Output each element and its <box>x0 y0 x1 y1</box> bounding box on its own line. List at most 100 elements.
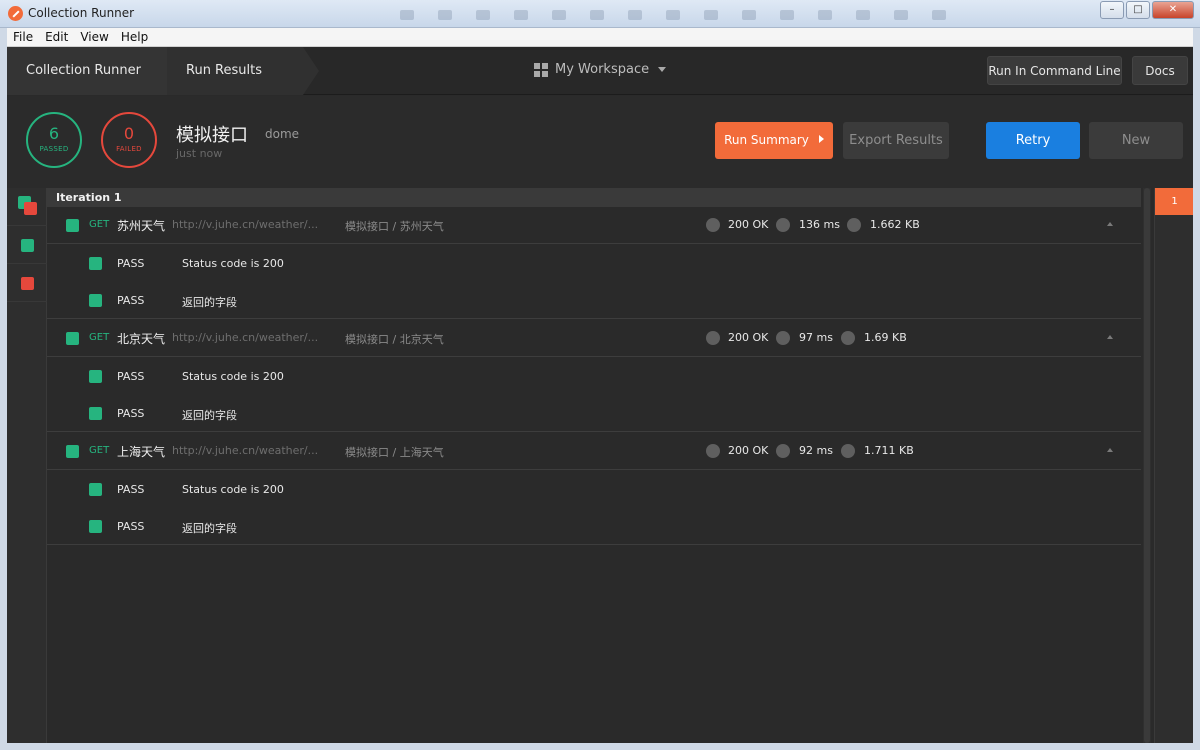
maximize-button[interactable]: □ <box>1126 1 1150 19</box>
breadcrumb-run-results[interactable]: Run Results <box>167 47 319 95</box>
test-pass-square-icon <box>89 257 102 270</box>
test-result: PASS <box>117 483 145 496</box>
collection-title: 模拟接口 <box>176 125 248 146</box>
test-name: Status code is 200 <box>182 483 284 496</box>
request-name: 上海天气 <box>117 445 166 459</box>
filter-passed[interactable] <box>7 226 47 264</box>
background-toolbar <box>380 4 1020 26</box>
size-dot-icon <box>841 331 855 345</box>
time-dot-icon <box>776 444 790 458</box>
breadcrumb-collection-runner[interactable]: Collection Runner <box>7 47 183 95</box>
collapse-caret-icon[interactable] <box>1107 222 1113 226</box>
results-scrollbar-thumb[interactable] <box>1144 188 1150 743</box>
run-in-command-line-button[interactable]: Run In Command Line <box>987 56 1122 85</box>
menu-help[interactable]: Help <box>121 30 148 44</box>
test-name: 返回的字段 <box>182 296 237 309</box>
status-dot-icon <box>706 444 720 458</box>
results-list: Iteration 1 GET 苏州天气 http://v.juhe.cn/we… <box>47 188 1141 743</box>
test-row: PASS Status code is 200 <box>47 358 1141 395</box>
test-pass-square-icon <box>89 370 102 383</box>
test-row: PASS 返回的字段 <box>47 282 1141 319</box>
response-size: 1.711 KB <box>864 444 914 457</box>
test-name: 返回的字段 <box>182 522 237 535</box>
test-name: Status code is 200 <box>182 257 284 270</box>
time-dot-icon <box>776 218 790 232</box>
caret-right-icon <box>818 135 824 143</box>
minimize-button[interactable]: – <box>1100 1 1124 19</box>
test-pass-square-icon <box>89 520 102 533</box>
collapse-caret-icon[interactable] <box>1107 335 1113 339</box>
app-logo-icon <box>8 6 23 21</box>
request-row[interactable]: GET 北京天气 http://v.juhe.cn/weather/... 模拟… <box>47 320 1141 357</box>
request-url: http://v.juhe.cn/weather/... <box>172 331 319 344</box>
response-size: 1.69 KB <box>864 331 907 344</box>
all-red-square-icon <box>24 202 37 215</box>
request-row[interactable]: GET 苏州天气 http://v.juhe.cn/weather/... 模拟… <box>47 207 1141 244</box>
passed-counter: 6 PASSED <box>26 112 82 168</box>
response-status: 200 OK <box>728 444 769 457</box>
header: Collection Runner Run Results My Workspa… <box>7 47 1193 95</box>
test-pass-square-icon <box>89 407 102 420</box>
run-summary-button[interactable]: Run Summary <box>715 122 833 159</box>
status-dot-icon <box>706 218 720 232</box>
run-timestamp: just now <box>176 147 223 160</box>
time-dot-icon <box>776 331 790 345</box>
status-filter-strip <box>7 188 47 743</box>
test-result: PASS <box>117 370 145 383</box>
run-summary-label: Run Summary <box>724 133 809 147</box>
test-result: PASS <box>117 520 145 533</box>
collapse-caret-icon[interactable] <box>1107 448 1113 452</box>
test-result: PASS <box>117 294 145 307</box>
size-dot-icon <box>841 444 855 458</box>
request-path: 模拟接口 / 上海天气 <box>345 446 444 459</box>
filter-all[interactable] <box>7 188 47 226</box>
workspace-switcher[interactable]: My Workspace <box>534 62 667 77</box>
test-name: Status code is 200 <box>182 370 284 383</box>
docs-button[interactable]: Docs <box>1132 56 1188 85</box>
request-name: 北京天气 <box>117 332 166 346</box>
new-button[interactable]: New <box>1089 122 1183 159</box>
response-time: 136 ms <box>799 218 840 231</box>
window-titlebar: Collection Runner – □ ✕ <box>0 0 1200 28</box>
test-result: PASS <box>117 257 145 270</box>
failed-label: FAILED <box>116 145 142 153</box>
request-status-square-icon <box>66 332 79 345</box>
chevron-down-icon <box>658 67 667 72</box>
request-path: 模拟接口 / 北京天气 <box>345 333 444 346</box>
test-row: PASS 返回的字段 <box>47 508 1141 545</box>
response-time: 97 ms <box>799 331 833 344</box>
request-path: 模拟接口 / 苏州天气 <box>345 220 444 233</box>
export-results-button[interactable]: Export Results <box>843 122 949 159</box>
request-status-square-icon <box>66 219 79 232</box>
request-row[interactable]: GET 上海天气 http://v.juhe.cn/weather/... 模拟… <box>47 433 1141 470</box>
workspace-label: My Workspace <box>555 62 650 77</box>
test-row: PASS Status code is 200 <box>47 471 1141 508</box>
window-title: Collection Runner <box>28 6 135 20</box>
failed-square-icon <box>21 277 34 290</box>
request-url: http://v.juhe.cn/weather/... <box>172 218 319 231</box>
request-method: GET <box>89 445 110 456</box>
failed-count: 0 <box>123 124 135 143</box>
environment-name: dome <box>265 127 300 141</box>
filter-failed[interactable] <box>7 264 47 302</box>
close-button[interactable]: ✕ <box>1152 1 1194 19</box>
response-size: 1.662 KB <box>870 218 920 231</box>
menu-file[interactable]: File <box>13 30 33 44</box>
iteration-badge[interactable]: 1 <box>1155 188 1193 215</box>
test-pass-square-icon <box>89 483 102 496</box>
response-status: 200 OK <box>728 331 769 344</box>
failed-counter: 0 FAILED <box>101 112 157 168</box>
test-row: PASS Status code is 200 <box>47 245 1141 282</box>
request-method: GET <box>89 219 110 230</box>
request-url: http://v.juhe.cn/weather/... <box>172 444 319 457</box>
menu-view[interactable]: View <box>80 30 108 44</box>
passed-label: PASSED <box>39 145 69 153</box>
retry-button[interactable]: Retry <box>986 122 1080 159</box>
request-name: 苏州天气 <box>117 219 166 233</box>
iteration-column: 1 <box>1154 188 1193 743</box>
request-status-square-icon <box>66 445 79 458</box>
response-time: 92 ms <box>799 444 833 457</box>
menu-bar: File Edit View Help <box>7 28 1193 47</box>
menu-edit[interactable]: Edit <box>45 30 68 44</box>
test-result: PASS <box>117 407 145 420</box>
